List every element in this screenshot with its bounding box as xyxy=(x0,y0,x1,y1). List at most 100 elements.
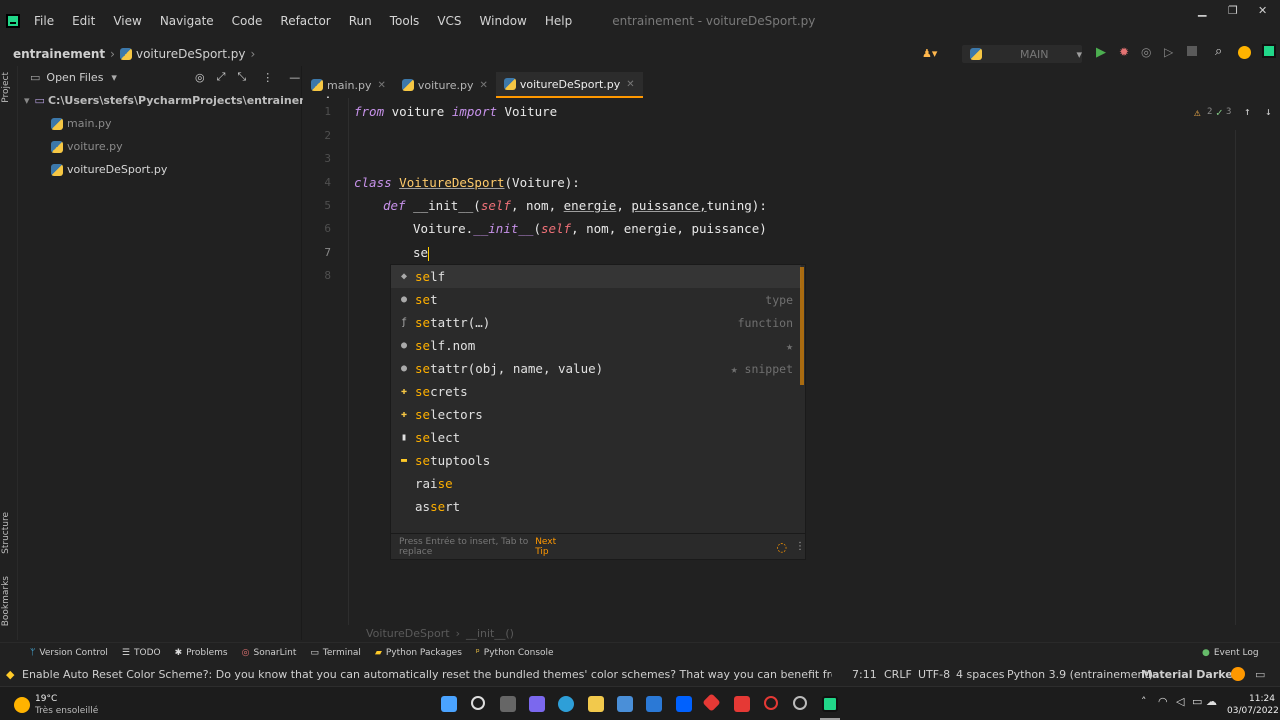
file-explorer-icon[interactable] xyxy=(588,696,604,712)
coverage-icon[interactable]: ◎ xyxy=(1141,45,1151,59)
mail-icon[interactable] xyxy=(646,696,662,712)
opera-icon[interactable] xyxy=(764,696,778,710)
indent-setting[interactable]: 4 spaces xyxy=(956,668,1005,681)
menu-navigate[interactable]: Navigate xyxy=(160,14,214,28)
close-tab-icon[interactable]: ✕ xyxy=(626,79,634,90)
breadcrumb-method[interactable]: __init__() xyxy=(466,627,514,640)
locate-file-icon[interactable]: ◎ xyxy=(195,71,205,84)
next-highlight-icon[interactable]: ↓ xyxy=(1265,105,1272,118)
tray-overflow-icon[interactable]: ˄ xyxy=(1141,695,1147,708)
python-interpreter[interactable]: Python 3.9 (entrainement) xyxy=(1007,668,1153,681)
clock-time[interactable]: 11:24 xyxy=(1249,694,1275,704)
search-icon[interactable] xyxy=(471,696,485,710)
completion-item[interactable]: ▮ select xyxy=(391,426,801,449)
store-icon[interactable] xyxy=(617,696,633,712)
tab-voiture-py[interactable]: voiture.py ✕ xyxy=(394,72,496,98)
updates-icon[interactable] xyxy=(1238,46,1251,59)
menu-code[interactable]: Code xyxy=(232,14,263,28)
chevron-down-icon[interactable]: ▾ xyxy=(24,94,30,107)
menu-view[interactable]: View xyxy=(113,14,141,28)
popup-scrollbar[interactable] xyxy=(800,267,804,385)
tool-python-packages[interactable]: ▰ Python Packages xyxy=(375,648,462,658)
pycharm-assistant-icon[interactable] xyxy=(1262,44,1276,58)
run-icon[interactable]: ▶ xyxy=(1096,45,1106,60)
chat-icon[interactable] xyxy=(529,696,545,712)
tool-tab-bookmarks[interactable]: Bookmarks xyxy=(1,576,11,626)
tree-item-voituredesport[interactable]: voitureDeSport.py xyxy=(18,158,301,181)
completion-item[interactable]: ● self.nom ★ xyxy=(391,334,801,357)
theme-indicator-icon[interactable] xyxy=(1231,667,1245,681)
tool-tab-structure[interactable]: Structure xyxy=(1,512,11,554)
notification-icon[interactable]: ◆ xyxy=(6,668,14,681)
tree-item-main[interactable]: main.py xyxy=(18,112,301,135)
clock-date[interactable]: 03/07/2022 xyxy=(1227,706,1279,716)
line-separator[interactable]: CRLF xyxy=(884,668,912,681)
breadcrumb-file[interactable]: voitureDeSport.py xyxy=(136,47,246,61)
warning-icon[interactable]: ⚠ xyxy=(1194,106,1201,119)
wifi-icon[interactable]: ◠ xyxy=(1158,695,1168,708)
breadcrumb-project[interactable]: entrainement xyxy=(13,47,105,61)
stop-icon[interactable] xyxy=(1187,46,1197,56)
pycharm-taskbar-icon[interactable] xyxy=(822,696,838,712)
chevron-down-icon[interactable]: ▾ xyxy=(111,71,117,84)
completion-item[interactable]: raise xyxy=(391,472,801,495)
office-icon[interactable] xyxy=(734,696,750,712)
tab-main-py[interactable]: main.py ✕ xyxy=(303,72,394,98)
tool-version-control[interactable]: ᛘ Version Control xyxy=(30,648,108,658)
next-tip-link[interactable]: Next Tip xyxy=(535,537,564,557)
weak-warning-icon[interactable]: ✓ xyxy=(1216,106,1223,119)
menu-window[interactable]: Window xyxy=(480,14,527,28)
caret-position[interactable]: 7:11 xyxy=(852,668,877,681)
close-tab-icon[interactable]: ✕ xyxy=(377,80,385,91)
tool-todo[interactable]: ☰ TODO xyxy=(122,648,161,658)
completion-item[interactable]: ▬ setuptools xyxy=(391,449,801,472)
close-tab-icon[interactable]: ✕ xyxy=(480,80,488,91)
tab-voituredesport-py[interactable]: voitureDeSport.py ✕ xyxy=(495,72,643,98)
dropbox-icon[interactable] xyxy=(676,696,692,712)
tool-terminal[interactable]: ▭ Terminal xyxy=(310,648,361,658)
tool-sonarlint[interactable]: ◎ SonarLint xyxy=(242,648,297,658)
menu-vcs[interactable]: VCS xyxy=(437,14,461,28)
start-icon[interactable] xyxy=(441,696,457,712)
collapse-all-icon[interactable]: ⤡ xyxy=(237,70,246,84)
menu-help[interactable]: Help xyxy=(545,14,572,28)
completion-item[interactable]: assert xyxy=(391,495,801,518)
task-view-icon[interactable] xyxy=(500,696,516,712)
close-window-icon[interactable]: ✕ xyxy=(1258,4,1267,17)
hide-panel-icon[interactable]: — xyxy=(289,71,300,84)
search-icon[interactable]: ⌕ xyxy=(1215,44,1222,59)
tool-problems[interactable]: ✱ Problems xyxy=(175,648,228,658)
completion-item[interactable]: ƒ setattr(…) function xyxy=(391,311,801,334)
file-encoding[interactable]: UTF-8 xyxy=(918,668,950,681)
completion-item[interactable]: ◆ self xyxy=(391,265,801,288)
minimize-icon[interactable]: ▁ xyxy=(1198,4,1206,17)
settings-icon[interactable] xyxy=(793,696,807,710)
options-icon[interactable]: ⋮ xyxy=(262,71,273,84)
tool-python-console[interactable]: ᵖ Python Console xyxy=(476,648,554,658)
menu-tools[interactable]: Tools xyxy=(390,14,420,28)
tool-event-log[interactable]: ● Event Log xyxy=(1202,648,1259,658)
completion-item[interactable]: ● setattr(obj, name, value) ★ snippet xyxy=(391,357,801,380)
battery-icon[interactable]: ▭ xyxy=(1192,695,1202,708)
theme-name[interactable]: Material Darker xyxy=(1141,668,1238,681)
project-view-selector[interactable]: Open Files xyxy=(46,71,103,84)
expand-all-icon[interactable]: ⤢ xyxy=(217,70,226,84)
profile-icon[interactable]: ▷ xyxy=(1164,45,1173,59)
breadcrumb-class[interactable]: VoitureDeSport xyxy=(366,627,450,640)
volume-icon[interactable]: ◁ xyxy=(1176,695,1184,708)
menu-file[interactable]: File xyxy=(34,14,54,28)
memory-indicator-icon[interactable]: ▭ xyxy=(1255,668,1265,681)
menu-edit[interactable]: Edit xyxy=(72,14,95,28)
restore-icon[interactable]: ❐ xyxy=(1228,4,1238,17)
debug-icon[interactable]: ✹ xyxy=(1119,45,1129,59)
users-icon[interactable]: ♟▾ xyxy=(922,47,937,60)
status-message[interactable]: Enable Auto Reset Color Scheme?: Do you … xyxy=(22,668,832,681)
weather-icon[interactable] xyxy=(14,697,30,713)
menu-refactor[interactable]: Refactor xyxy=(280,14,330,28)
completion-item[interactable]: ✚ secrets xyxy=(391,380,801,403)
app-icon[interactable] xyxy=(702,693,721,712)
more-options-icon[interactable]: ⋮ xyxy=(795,541,805,552)
completion-item[interactable]: ✚ selectors xyxy=(391,403,801,426)
tool-tab-project[interactable]: Project xyxy=(1,72,11,103)
menu-run[interactable]: Run xyxy=(349,14,372,28)
